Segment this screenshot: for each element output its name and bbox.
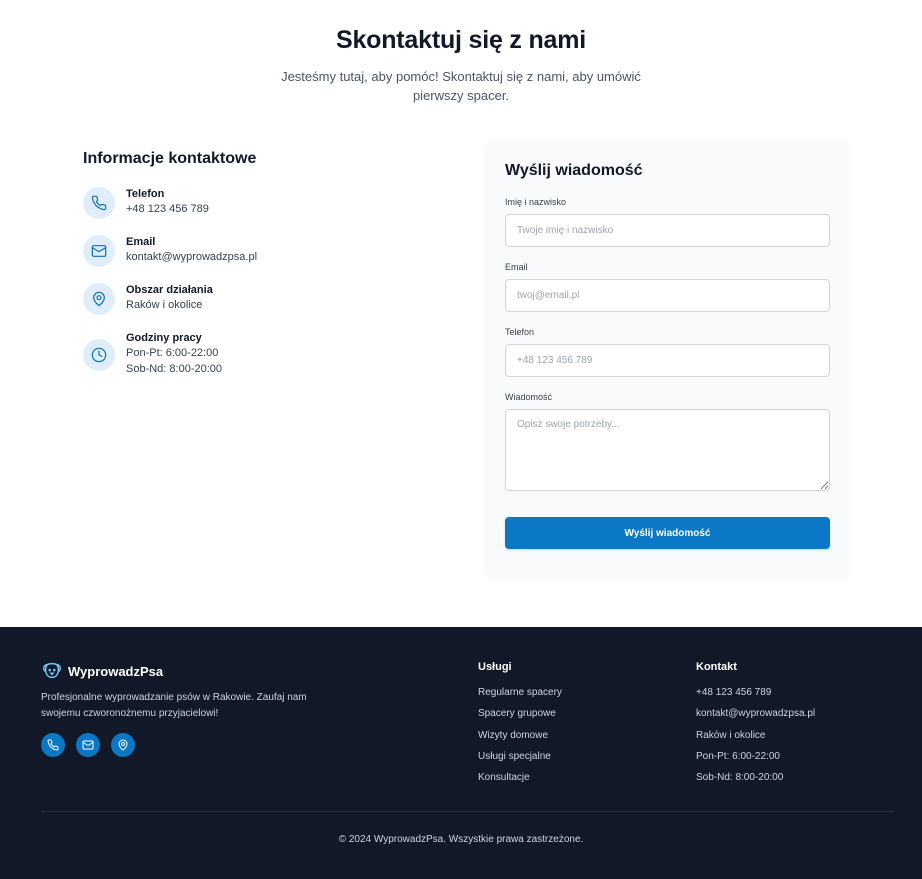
footer-phone-link[interactable] (41, 733, 65, 757)
phone-field-group: Telefon (505, 327, 830, 377)
footer-contact-area: Raków i okolice (696, 729, 766, 741)
contact-info-hours: Godziny pracy Pon-Pt: 6:00-22:00 Sob-Nd:… (83, 331, 413, 377)
phone-input[interactable] (505, 344, 830, 377)
contact-info-area: Obszar działania Raków i okolice (83, 283, 413, 315)
footer-contact-column: Kontakt +48 123 456 789 kontakt@wyprowad… (696, 661, 815, 788)
footer-services-heading: Usługi (478, 661, 512, 673)
footer-service-link[interactable]: Regularne spacery (478, 682, 562, 703)
footer-contact-weekend: Sob-Nd: 8:00-20:00 (696, 772, 784, 784)
footer-contact-phone: +48 123 456 789 (696, 687, 772, 698)
name-field-label: Imię i nazwisko (505, 197, 567, 207)
footer-service-link[interactable]: Wizyty domowe (478, 725, 562, 746)
email-label: Email (126, 236, 156, 248)
area-value: Raków i okolice (126, 299, 203, 311)
area-label: Obszar działania (126, 284, 213, 296)
hero-section: Skontaktuj się z nami Jesteśmy tutaj, ab… (0, 0, 922, 105)
hours-label: Godziny pracy (126, 332, 202, 344)
mail-icon (83, 235, 115, 267)
page-subtitle: Jesteśmy tutaj, aby pomóc! Skontaktuj si… (281, 69, 641, 103)
mail-icon (82, 740, 94, 750)
message-field-group: Wiadomość (505, 392, 830, 496)
map-pin-icon (83, 283, 115, 315)
contact-form: Wyślij wiadomość Imię i nazwisko Email T… (484, 140, 851, 580)
site-footer: WyprowadzPsa Profesjonalne wyprowadzanie… (0, 627, 922, 879)
footer-service-link[interactable]: Usługi specjalne (478, 746, 562, 767)
message-field-label: Wiadomość (505, 392, 553, 402)
footer-service-link[interactable]: Konsultacje (478, 767, 562, 788)
phone-field-label: Telefon (505, 327, 535, 337)
footer-contact-heading: Kontakt (696, 661, 737, 673)
email-input[interactable] (505, 279, 830, 312)
footer-copyright: © 2024 WyprowadzPsa. Wszystkie prawa zas… (338, 834, 584, 845)
dog-logo-icon (43, 662, 61, 679)
name-field-group: Imię i nazwisko (505, 197, 830, 247)
footer-description: Profesjonalne wyprowadzanie psów w Rakow… (41, 692, 307, 719)
footer-service-link[interactable]: Spacery grupowe (478, 703, 562, 724)
hours-weekend: Sob-Nd: 8:00-20:00 (126, 363, 223, 375)
footer-brand-name: WyprowadzPsa (68, 663, 164, 679)
contact-info-email: Email kontakt@wyprowadzpsa.pl (83, 235, 413, 267)
clock-icon (83, 339, 115, 371)
phone-icon (83, 187, 115, 219)
phone-value: +48 123 456 789 (126, 203, 209, 215)
footer-contact-weekdays: Pon-Pt: 6:00-22:00 (696, 750, 780, 762)
contact-content: Informacje kontaktowe Telefon +48 123 45… (0, 105, 922, 625)
phone-icon (47, 739, 59, 751)
map-pin-icon (118, 739, 128, 751)
footer-divider (41, 811, 893, 812)
footer-contact-email: kontakt@wyprowadzpsa.pl (696, 708, 816, 720)
phone-label: Telefon (126, 188, 165, 200)
email-field-label: Email (505, 262, 528, 272)
contact-info-heading: Informacje kontaktowe (83, 150, 257, 167)
contact-info-phone: Telefon +48 123 456 789 (83, 187, 413, 219)
page-title: Skontaktuj się z nami (335, 26, 587, 54)
email-value: kontakt@wyprowadzpsa.pl (126, 251, 258, 263)
footer-social-links (41, 733, 135, 757)
footer-email-link[interactable] (76, 733, 100, 757)
hours-weekdays: Pon-Pt: 6:00-22:00 (126, 347, 219, 359)
footer-location-link[interactable] (111, 733, 135, 757)
form-heading: Wyślij wiadomość (505, 162, 643, 179)
footer-services-column: Usługi Regularne spacery Spacery grupowe… (478, 661, 562, 788)
name-input[interactable] (505, 214, 830, 247)
email-field-group: Email (505, 262, 830, 312)
message-textarea[interactable] (505, 409, 830, 491)
footer-brand[interactable]: WyprowadzPsa (41, 660, 163, 682)
contact-info-panel: Informacje kontaktowe Telefon +48 123 45… (83, 150, 413, 393)
send-message-button[interactable]: Wyślij wiadomość (505, 517, 830, 549)
